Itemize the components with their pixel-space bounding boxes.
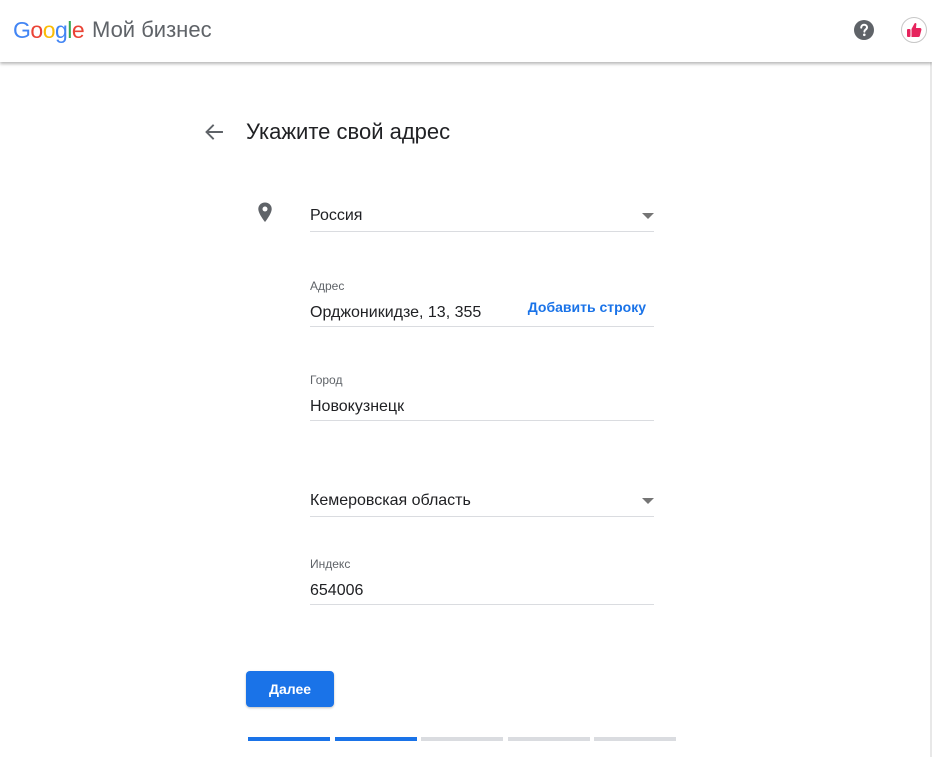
back-button[interactable] (203, 121, 225, 143)
country-select-value: Россия (310, 207, 363, 224)
progress-step-pending (507, 737, 590, 741)
postal-code-field-label: Индекс (310, 557, 351, 571)
dropdown-arrow-icon (642, 498, 654, 504)
help-circle-icon (854, 20, 874, 40)
city-input[interactable] (310, 397, 530, 417)
logo-letter: o (30, 17, 43, 43)
city-field[interactable]: Город (310, 372, 654, 421)
google-logo[interactable]: Google (13, 14, 85, 46)
dropdown-arrow-icon (642, 213, 654, 219)
address-field-label: Адрес (310, 279, 345, 293)
thumbs-up-icon (907, 22, 922, 37)
address-field[interactable]: Адрес Добавить строку (310, 278, 654, 327)
product-name: Мой бизнес (92, 17, 212, 42)
address-input[interactable] (310, 303, 530, 323)
logo-letter: e (71, 17, 85, 43)
country-select[interactable]: Россия (310, 200, 654, 232)
progress-step-complete (248, 737, 330, 741)
postal-code-field[interactable]: Индекс (310, 556, 654, 605)
postal-code-input[interactable] (310, 581, 530, 601)
region-select[interactable]: Кемеровская область (310, 484, 654, 517)
top-app-bar: Google Мой бизнес (0, 0, 932, 62)
help-button[interactable] (853, 19, 875, 41)
logo-letter: o (42, 17, 56, 43)
logo-letter: g (54, 17, 68, 43)
progress-step-complete (334, 737, 417, 741)
logo-letter: G (13, 17, 31, 43)
location-pin-icon (258, 202, 272, 222)
page-title: Укажите свой адрес (246, 119, 451, 144)
progress-step-pending (594, 737, 676, 741)
region-select-value: Кемеровская область (310, 492, 471, 509)
next-button[interactable]: Далее (246, 671, 334, 707)
add-line-button[interactable]: Добавить строку (528, 298, 646, 316)
account-avatar[interactable] (901, 17, 927, 43)
arrow-back-icon (205, 124, 223, 140)
city-field-label: Город (310, 373, 343, 387)
step-progress-bar (248, 737, 676, 741)
progress-step-pending (421, 737, 503, 741)
